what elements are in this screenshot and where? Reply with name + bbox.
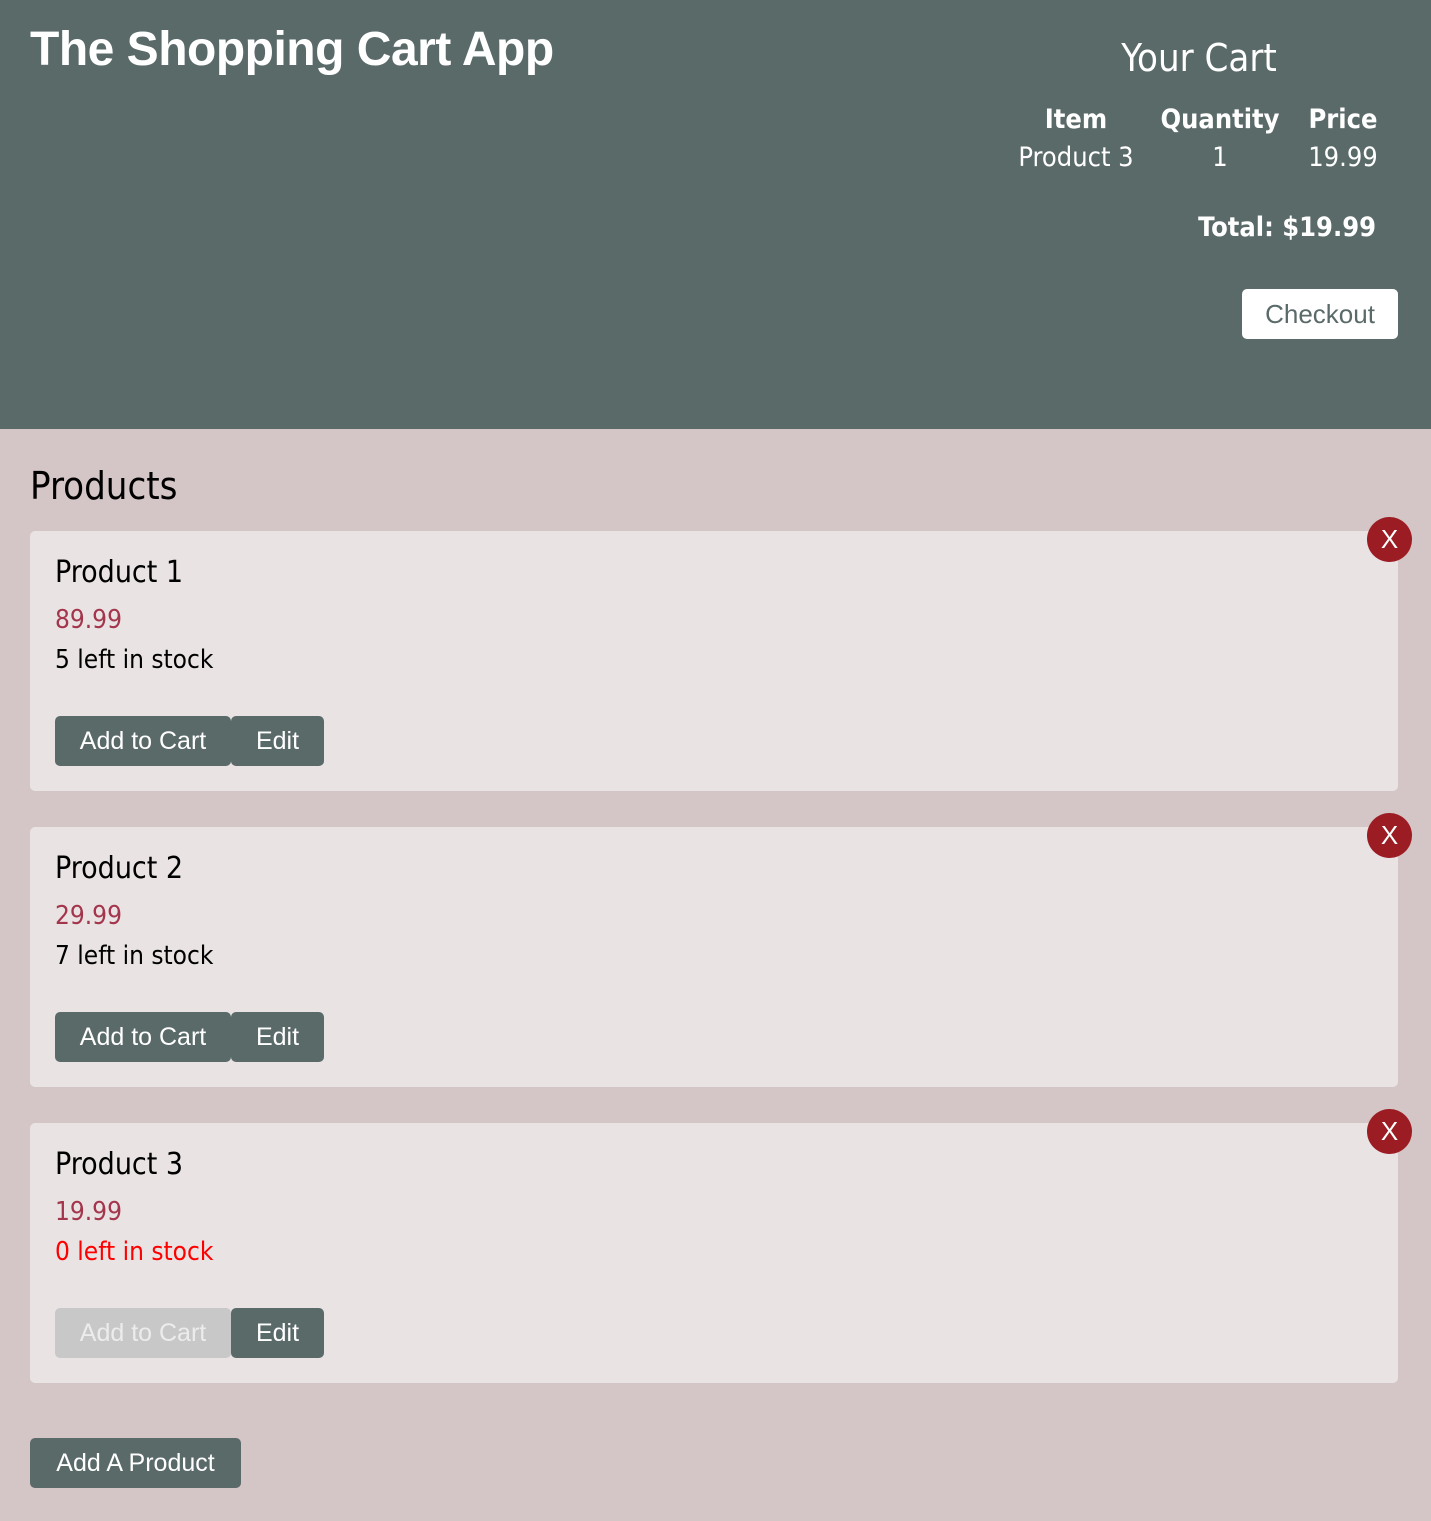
- add-to-cart-button[interactable]: Add to Cart: [55, 716, 231, 766]
- cart-row-price: 19.99: [1308, 141, 1378, 173]
- product-price: 89.99: [55, 605, 122, 635]
- cart-column-quantity: Quantity: [1160, 103, 1280, 135]
- edit-button[interactable]: Edit: [231, 1012, 324, 1062]
- delete-product-button[interactable]: X: [1367, 517, 1412, 562]
- cart-table: Item Quantity Price Product 3 1 19.99: [1000, 100, 1398, 176]
- product-name: Product 3: [55, 1147, 184, 1182]
- cart-row: Product 3 1 19.99: [1000, 138, 1398, 176]
- product-name: Product 1: [55, 555, 184, 590]
- delete-product-button[interactable]: X: [1367, 813, 1412, 858]
- cart-column-price: Price: [1308, 103, 1378, 135]
- edit-button[interactable]: Edit: [231, 1308, 324, 1358]
- product-stock: 7 left in stock: [55, 941, 214, 971]
- cart-column-item: Item: [1044, 103, 1108, 135]
- add-product-button[interactable]: Add A Product: [30, 1438, 241, 1488]
- delete-product-button[interactable]: X: [1367, 1109, 1412, 1154]
- products-heading: Products: [30, 464, 178, 508]
- add-to-cart-button[interactable]: Add to Cart: [55, 1012, 231, 1062]
- cart-row-item: Product 3: [1018, 141, 1134, 173]
- product-card: Product 3 19.99 0 left in stock Add to C…: [30, 1109, 1412, 1383]
- app-title: The Shopping Cart App: [30, 23, 554, 76]
- cart-total: Total: $19.99: [1198, 212, 1376, 243]
- product-card: Product 1 89.99 5 left in stock Add to C…: [30, 517, 1412, 791]
- cart-row-quantity: 1: [1212, 141, 1228, 173]
- product-card: Product 2 29.99 7 left in stock Add to C…: [30, 813, 1412, 1087]
- product-price: 19.99: [55, 1197, 122, 1227]
- product-price: 29.99: [55, 901, 122, 931]
- product-stock-out: 0 left in stock: [55, 1237, 214, 1267]
- app-header: The Shopping Cart App Your Cart Item Qua…: [0, 0, 1431, 429]
- product-stock: 5 left in stock: [55, 645, 214, 675]
- product-name: Product 2: [55, 851, 184, 886]
- cart-title: Your Cart: [1121, 36, 1277, 80]
- cart-table-header-row: Item Quantity Price: [1000, 100, 1398, 138]
- edit-button[interactable]: Edit: [231, 716, 324, 766]
- checkout-button[interactable]: Checkout: [1242, 289, 1398, 339]
- add-to-cart-button-disabled[interactable]: Add to Cart: [55, 1308, 231, 1358]
